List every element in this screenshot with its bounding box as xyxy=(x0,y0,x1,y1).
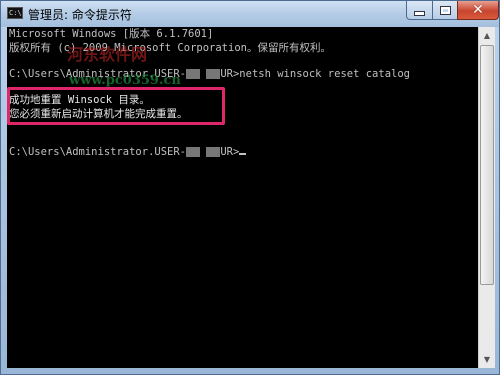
watermark-logo: 河东软件网 xyxy=(67,45,148,64)
text-cursor xyxy=(239,153,247,155)
close-icon: ✕ xyxy=(472,2,484,18)
current-prompt: C:\Users\Administrator.USER- UR> xyxy=(9,145,247,159)
cmd-window: C:\ 管理员: 命令提示符 ✕ Microsoft Windows [版本 6… xyxy=(0,0,500,375)
close-button[interactable]: ✕ xyxy=(457,1,499,20)
redacted-block xyxy=(206,69,221,79)
maximize-button[interactable] xyxy=(432,1,458,20)
command-text: UR>netsh winsock reset catalog xyxy=(220,68,410,80)
watermark-url: www.pc0359.cn xyxy=(69,73,181,88)
minimize-icon xyxy=(414,10,425,16)
maximize-icon xyxy=(439,5,451,15)
console-output[interactable]: Microsoft Windows [版本 6.1.7601] 版权所有 (c)… xyxy=(7,27,478,368)
title-bar[interactable]: C:\ 管理员: 命令提示符 ✕ xyxy=(1,1,499,27)
version-line: Microsoft Windows [版本 6.1.7601] xyxy=(9,28,214,40)
scroll-down-arrow-icon[interactable]: ▼ xyxy=(479,351,495,368)
copyright-line: 版权所有 (c) 2009 Microsoft Corporation。保留所有… xyxy=(9,42,331,54)
cmd-icon[interactable]: C:\ xyxy=(7,7,23,19)
prompt-path: C:\Users\Administrator.USER- xyxy=(9,146,187,158)
scroll-up-arrow-icon[interactable]: ▲ xyxy=(479,27,495,44)
redacted-block xyxy=(186,69,201,79)
vertical-scrollbar[interactable]: ▲ ▼ xyxy=(478,27,495,368)
prompt-symbol: UR> xyxy=(220,146,240,158)
minimize-button[interactable] xyxy=(406,1,433,20)
redacted-block xyxy=(186,147,201,157)
highlight-box xyxy=(7,87,225,125)
window-title: 管理员: 命令提示符 xyxy=(28,8,132,22)
scrollbar-thumb[interactable] xyxy=(480,45,494,285)
redacted-block xyxy=(206,147,221,157)
